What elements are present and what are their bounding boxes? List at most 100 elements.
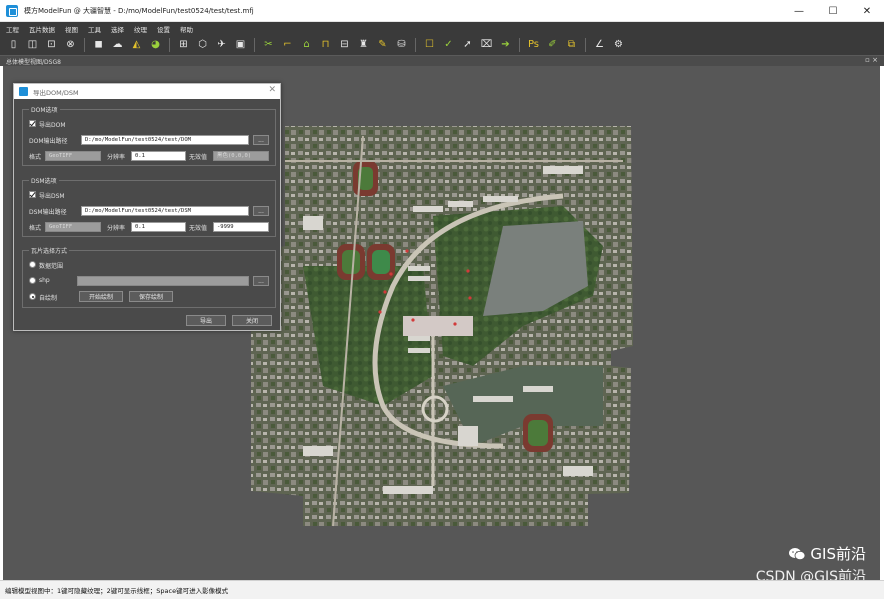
close-dialog-button[interactable]: 关闭 bbox=[232, 315, 272, 326]
photoshop-icon[interactable]: Ps bbox=[526, 38, 541, 53]
pointer-icon[interactable]: ➚ bbox=[460, 38, 475, 53]
close-window-button[interactable]: ✕ bbox=[850, 0, 884, 22]
trash-icon[interactable]: ⌧ bbox=[479, 38, 494, 53]
menu-texture[interactable]: 纹理 bbox=[134, 24, 147, 34]
dsm-nodata-label: 无效值 bbox=[189, 225, 208, 232]
window-controls: — ☐ ✕ bbox=[782, 0, 884, 22]
measure-icon[interactable]: ∠ bbox=[592, 38, 607, 53]
dom-resolution-label: 分辨率 bbox=[107, 154, 126, 161]
view-header: 总体模型视图/DSG8 ▫ × bbox=[0, 55, 884, 66]
menu-settings[interactable]: 设置 bbox=[157, 24, 170, 34]
dsm-resolution-input[interactable]: 0.1 bbox=[131, 222, 186, 232]
radio-shp[interactable] bbox=[29, 277, 36, 284]
status-bar: 编辑模型视图中：1键可隐藏纹理；2键可显示线框；Space键可进入影像模式 bbox=[0, 580, 884, 599]
status-text: 编辑模型视图中：1键可隐藏纹理；2键可显示线框；Space键可进入影像模式 bbox=[5, 587, 229, 595]
menu-tools[interactable]: 工具 bbox=[88, 24, 101, 34]
menu-select[interactable]: 选择 bbox=[111, 24, 124, 34]
cube-icon[interactable]: ⬡ bbox=[195, 38, 210, 53]
view-controls[interactable]: ▫ × bbox=[865, 56, 878, 64]
plane-icon[interactable]: ✈ bbox=[214, 38, 229, 53]
maximize-button[interactable]: ☐ bbox=[816, 0, 850, 22]
dom-nodata-field: 黑色(0,0,0) bbox=[213, 151, 269, 161]
flatten-icon[interactable]: ⌂ bbox=[299, 38, 314, 53]
toolbar-separator bbox=[169, 38, 170, 52]
export-icon[interactable]: ⊡ bbox=[44, 38, 59, 53]
dialog-app-icon bbox=[19, 87, 28, 96]
export-dom-checkbox[interactable] bbox=[29, 120, 36, 127]
settings-gear-icon[interactable]: ⚙ bbox=[611, 38, 626, 53]
layers-icon[interactable]: ⧉ bbox=[564, 38, 579, 53]
dom-nodata-label: 无效值 bbox=[189, 154, 208, 161]
radio-self-draw[interactable] bbox=[29, 293, 36, 300]
data-range-label: 数据范围 bbox=[39, 263, 64, 270]
dom-options-group: DOM选项 导出DOM DOM输出路径 D:/mo/ModelFun/test0… bbox=[22, 105, 276, 166]
dom-format-field: GeoTIFF bbox=[45, 151, 101, 161]
texture-edit-icon[interactable]: ✐ bbox=[545, 38, 560, 53]
cloud-icon[interactable]: ☁ bbox=[110, 38, 125, 53]
menu-project[interactable]: 工程 bbox=[6, 24, 19, 34]
menu-bar: 工程 瓦片数据 视图 工具 选择 纹理 设置 帮助 bbox=[0, 22, 884, 35]
self-draw-label: 自绘制 bbox=[39, 295, 58, 302]
export-button[interactable]: 导出 bbox=[186, 315, 226, 326]
toolbar-separator bbox=[585, 38, 586, 52]
dsm-nodata-input[interactable]: -9999 bbox=[213, 222, 269, 232]
building-icon[interactable]: ♜ bbox=[356, 38, 371, 53]
close-project-icon[interactable]: ⊗ bbox=[63, 38, 78, 53]
crop-icon[interactable]: ⌐ bbox=[280, 38, 295, 53]
radio-data-range[interactable] bbox=[29, 261, 36, 268]
open-book-icon[interactable]: ◫ bbox=[25, 38, 40, 53]
cut-icon[interactable]: ✂ bbox=[261, 38, 276, 53]
toolbar: ▯ ◫ ⊡ ⊗ ◼ ☁ ◭ ◕ ⊞ ⬡ ✈ ▣ ✂ ⌐ ⌂ ⊓ ⊟ ♜ ✎ ⛁ … bbox=[0, 35, 884, 55]
lasso-icon[interactable]: ✓ bbox=[441, 38, 456, 53]
menu-help[interactable]: 帮助 bbox=[180, 24, 193, 34]
dsm-format-field: GeoTIFF bbox=[45, 222, 101, 232]
bucket-icon[interactable]: ⛁ bbox=[394, 38, 409, 53]
dsm-path-label: DSM输出路径 bbox=[29, 209, 67, 216]
watermark-line1: GIS前沿 bbox=[756, 543, 866, 564]
toolbar-separator bbox=[415, 38, 416, 52]
toolbar-separator bbox=[84, 38, 85, 52]
export-dsm-checkbox[interactable] bbox=[29, 191, 36, 198]
export-dsm-label: 导出DSM bbox=[39, 193, 65, 200]
arrow-right-icon[interactable]: ➔ bbox=[498, 38, 513, 53]
app-window: 模方ModelFun @ 大疆智慧 - D:/mo/ModelFun/test0… bbox=[0, 0, 884, 599]
dialog-title: 导出DOM/DSM bbox=[33, 88, 79, 97]
window-title: 模方ModelFun @ 大疆智慧 - D:/mo/ModelFun/test0… bbox=[24, 6, 254, 15]
dsm-browse-button[interactable]: ... bbox=[253, 206, 269, 216]
dom-format-label: 格式 bbox=[29, 154, 42, 161]
minimize-button[interactable]: — bbox=[782, 0, 816, 22]
image-icon[interactable]: ▣ bbox=[233, 38, 248, 53]
toolbar-separator bbox=[254, 38, 255, 52]
shp-path-field bbox=[77, 276, 249, 286]
stop-icon[interactable]: ◼ bbox=[91, 38, 106, 53]
dom-resolution-input[interactable]: 0.1 bbox=[131, 151, 186, 161]
dsm-resolution-label: 分辨率 bbox=[107, 225, 126, 232]
wand-icon[interactable]: ✎ bbox=[375, 38, 390, 53]
save-draw-button[interactable]: 保存绘制 bbox=[129, 291, 173, 302]
tile-group-label: 瓦片选择方式 bbox=[29, 246, 70, 255]
view-title: 总体模型视图/DSG8 bbox=[6, 59, 61, 66]
menu-view[interactable]: 视图 bbox=[65, 24, 78, 34]
toolbar-separator bbox=[519, 38, 520, 52]
menu-tile-data[interactable]: 瓦片数据 bbox=[29, 24, 55, 34]
app-logo-icon bbox=[6, 4, 18, 17]
start-draw-button[interactable]: 开始绘制 bbox=[79, 291, 123, 302]
terrain-icon[interactable]: ◕ bbox=[148, 38, 163, 53]
watermark-brand: GIS前沿 bbox=[810, 545, 866, 563]
wechat-icon bbox=[789, 547, 806, 560]
new-file-icon[interactable]: ▯ bbox=[6, 38, 21, 53]
dom-browse-button[interactable]: ... bbox=[253, 135, 269, 145]
shp-browse-button[interactable]: ... bbox=[253, 276, 269, 286]
rect-select-icon[interactable]: ☐ bbox=[422, 38, 437, 53]
dialog-title-bar: 导出DOM/DSM ✕ bbox=[14, 84, 280, 99]
export-dom-label: 导出DOM bbox=[39, 122, 66, 129]
export-dom-dsm-dialog: 导出DOM/DSM ✕ DOM选项 导出DOM DOM输出路径 D:/mo/Mo… bbox=[13, 83, 281, 331]
dom-path-input[interactable]: D:/mo/ModelFun/test0524/test/DOM bbox=[81, 135, 249, 145]
shp-label: shp bbox=[39, 277, 50, 284]
model-icon[interactable]: ◭ bbox=[129, 38, 144, 53]
fill-icon[interactable]: ⊟ bbox=[337, 38, 352, 53]
dsm-path-input[interactable]: D:/mo/ModelFun/test0524/test/DSM bbox=[81, 206, 249, 216]
dialog-close-icon[interactable]: ✕ bbox=[268, 85, 276, 95]
grid-icon[interactable]: ⊞ bbox=[176, 38, 191, 53]
bridge-icon[interactable]: ⊓ bbox=[318, 38, 333, 53]
